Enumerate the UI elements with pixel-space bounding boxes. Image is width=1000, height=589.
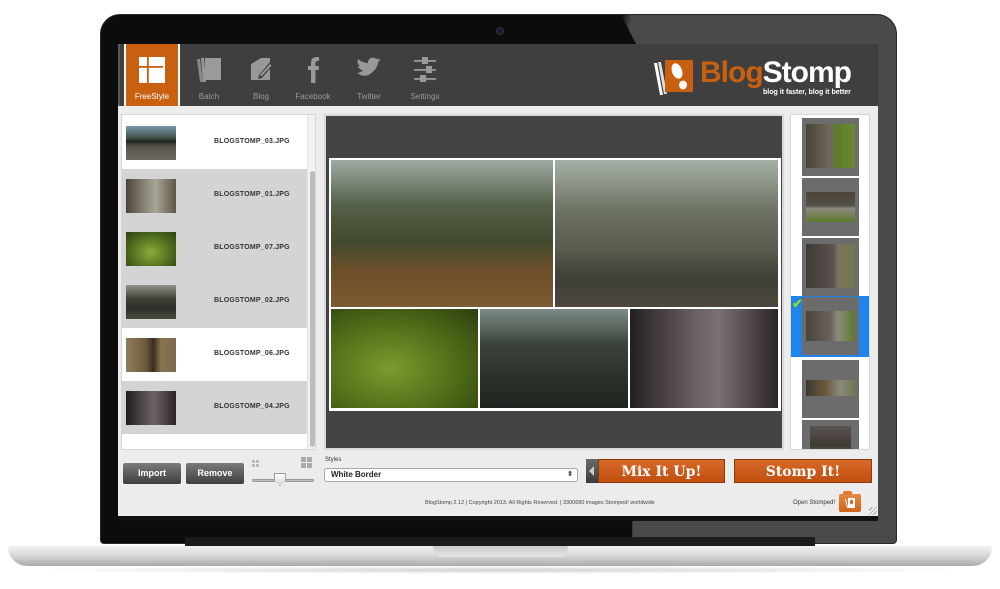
file-thumbnail [126,232,176,266]
laptop-notch [433,546,568,557]
layout-option-selected[interactable]: ✔ [791,296,869,357]
tab-facebook[interactable]: Facebook [286,44,340,106]
layout-option[interactable] [802,118,859,176]
layout-thumbnail [806,244,855,288]
layout-thumbnail [810,426,851,449]
settings-sliders-icon [414,57,436,82]
scrollbar-thumb[interactable] [310,171,315,447]
large-thumbnails-icon [301,457,312,468]
collage-preview-canvas [324,114,784,450]
file-list-item[interactable]: BLOGSTOMP_07.JPG [122,222,307,275]
laptop-mockup: FreeStyle Batch Blog Facebook Twitter Se… [0,0,1000,589]
layout-chooser[interactable]: ✔ [790,114,870,450]
mix-it-up-button[interactable]: Mix It Up! [598,459,725,483]
collage-photo [331,309,478,408]
tab-label: Settings [410,92,440,101]
file-name: BLOGSTOMP_03.JPG [214,138,290,145]
logo-tagline: blog it faster, blog it better [763,89,851,96]
file-name: BLOGSTOMP_02.JPG [214,297,290,304]
tab-batch[interactable]: Batch [182,44,236,106]
twitter-bird-icon [357,57,381,76]
screen-bottom-edge [118,516,878,521]
collage-photo [630,309,778,408]
file-thumbnail [126,338,176,372]
tab-twitter[interactable]: Twitter [342,44,396,106]
laptop-shadow [20,566,980,574]
remove-button[interactable]: Remove [186,463,244,484]
blogstomp-logo: BlogStomp blog it faster, blog it better [650,54,865,100]
blog-pencil-icon [251,58,273,80]
file-list-scrollbar[interactable] [307,115,315,449]
updown-arrows-icon: ⬍ [567,471,573,478]
layout-option[interactable] [802,420,859,449]
tab-label: FreeStyle [134,92,170,101]
layout-thumbnail [806,380,855,396]
file-thumbnail [126,126,176,160]
tab-settings[interactable]: Settings [398,44,452,106]
footer-copyright: BlogStomp 2.12 | Copyright 2013, All Rig… [425,500,655,506]
mix-back-arrow-button[interactable] [586,459,598,483]
app-window: FreeStyle Batch Blog Facebook Twitter Se… [118,44,878,521]
logo-wordmark: BlogStomp [700,56,852,90]
file-list-item[interactable]: BLOGSTOMP_03.JPG [122,116,307,169]
layout-thumbnail [806,311,855,341]
file-name: BLOGSTOMP_06.JPG [214,350,290,357]
layout-inner [802,297,859,355]
webcam-icon [496,27,504,35]
facebook-icon [308,57,319,83]
file-name: BLOGSTOMP_07.JPG [214,244,290,251]
small-thumbnails-icon [252,460,259,467]
collage-photo [555,160,778,307]
stomp-it-button[interactable]: Stomp It! [734,459,872,483]
open-stomped-label: Open Stomped! [793,500,836,506]
layout-thumbnail [806,124,855,168]
layout-thumbnail [806,192,855,222]
layout-option[interactable] [802,178,859,236]
styles-dropdown[interactable]: White Border ⬍ [324,468,578,482]
tab-freestyle[interactable]: FreeStyle [124,44,180,106]
file-thumbnail [126,391,176,425]
collage-photo [331,160,553,307]
tab-label: Facebook [295,92,331,101]
collage-photo [480,309,628,408]
file-thumbnail [126,179,176,213]
layout-option[interactable] [802,360,859,418]
file-list-item[interactable]: BLOGSTOMP_01.JPG [122,169,307,222]
batch-stack-icon [197,58,221,82]
footprint-logo-icon [654,60,693,95]
slider-handle[interactable] [273,473,286,486]
logo-text-blog: Blog [700,56,764,89]
stomped-folder-icon [845,498,855,508]
tab-blog[interactable]: Blog [234,44,288,106]
layout-option[interactable] [802,238,859,296]
file-list-item[interactable]: BLOGSTOMP_04.JPG [122,381,307,434]
file-list-item[interactable]: BLOGSTOMP_02.JPG [122,275,307,328]
file-list-item[interactable]: BLOGSTOMP_06.JPG [122,328,307,381]
styles-selected-value: White Border [331,470,382,479]
main-toolbar: FreeStyle Batch Blog Facebook Twitter Se… [118,44,878,106]
styles-label: Styles [325,457,342,463]
collage-frame [329,158,781,411]
tab-label: Twitter [357,92,381,101]
file-name: BLOGSTOMP_04.JPG [214,403,290,410]
file-name: BLOGSTOMP_01.JPG [214,191,290,198]
open-stomped-folder-button[interactable] [839,491,861,512]
import-button[interactable]: Import [123,463,181,484]
file-thumbnail [126,285,176,319]
window-resize-grip[interactable] [869,507,877,515]
logo-text-stomp: Stomp [762,56,852,89]
tab-label: Batch [198,92,220,101]
freestyle-layout-icon [139,57,165,83]
image-file-list[interactable]: BLOGSTOMP_03.JPG BLOGSTOMP_01.JPG BLOGST… [121,114,316,450]
checkmark-icon: ✔ [792,296,803,311]
tab-label: Blog [252,92,269,101]
